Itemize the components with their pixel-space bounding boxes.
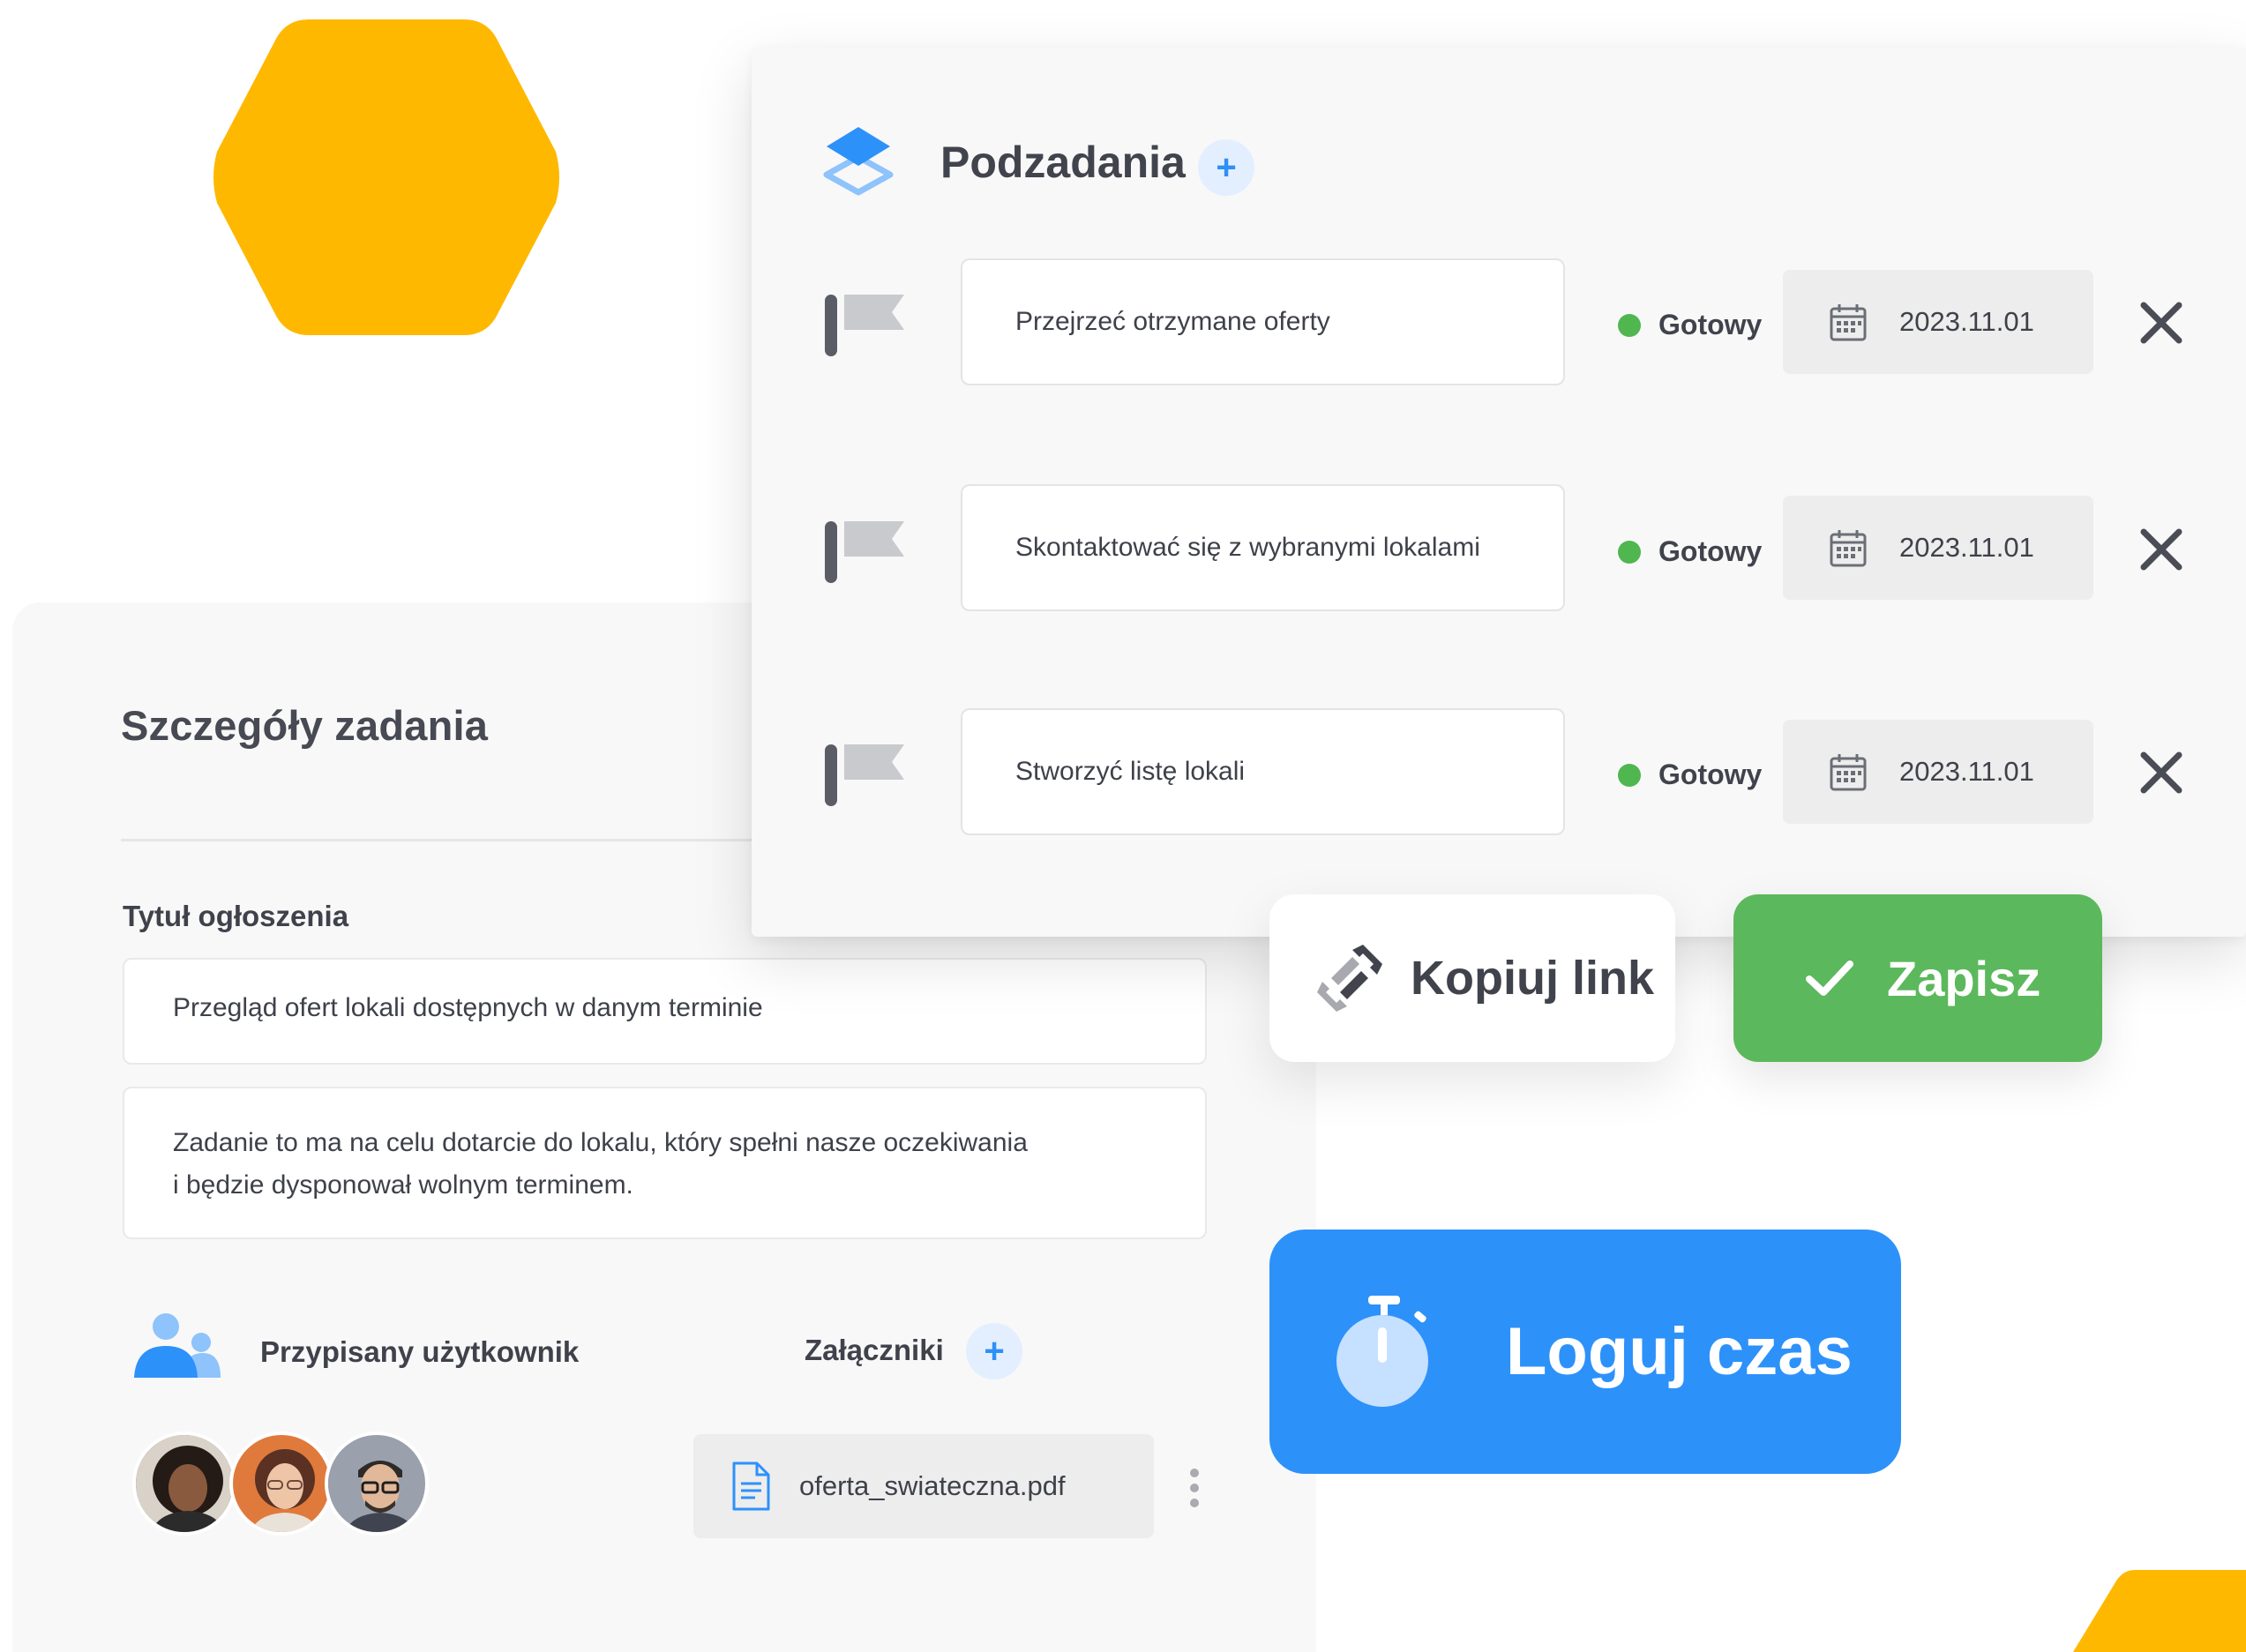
copy-link-label: Kopiuj link [1411, 952, 1654, 1005]
close-icon[interactable] [2138, 527, 2184, 572]
decorative-hexagon-bottom [2073, 1570, 2246, 1652]
avatar-user-2[interactable] [229, 1431, 333, 1536]
subtasks-title: Podzadania [940, 138, 1186, 187]
ad-title-input[interactable]: Przegląd ofert lokali dostępnych w danym… [123, 958, 1207, 1065]
link-icon [1317, 945, 1382, 1012]
subtask-date-value-2: 2023.11.01 [1899, 532, 2034, 563]
log-time-button[interactable]: Loguj czas [1269, 1230, 1901, 1474]
details-title: Szczegóły zadania [121, 702, 489, 749]
subtask-name-3: Stworzyć listę lokali [1015, 757, 1246, 786]
description-line-1: Zadanie to ma na celu dotarcie do lokalu… [173, 1128, 1028, 1157]
subtask-input-2[interactable]: Skontaktować się z wybranymi lokalami [961, 484, 1565, 611]
log-time-label: Loguj czas [1506, 1314, 1853, 1389]
subtask-input-1[interactable]: Przejrzeć otrzymane oferty [961, 258, 1565, 385]
subtask-date-value-3: 2023.11.01 [1899, 756, 2034, 787]
add-attachment-button[interactable]: + [966, 1323, 1022, 1379]
calendar-icon [1830, 754, 1867, 791]
avatar-user-3[interactable] [325, 1431, 429, 1536]
subtask-date-1[interactable]: 2023.11.01 [1783, 270, 2093, 374]
description-line-2: i będzie dysponował wolnym terminem. [173, 1170, 633, 1200]
layers-icon [823, 127, 894, 196]
attachment-item[interactable]: oferta_swiateczna.pdf [693, 1434, 1154, 1538]
subtask-date-2[interactable]: 2023.11.01 [1783, 496, 2093, 600]
users-icon [134, 1313, 221, 1378]
subtask-status-2[interactable]: Gotowy [1618, 535, 1762, 568]
flag-icon [825, 295, 904, 356]
subtask-status-label-1: Gotowy [1658, 309, 1763, 340]
save-button[interactable]: Zapisz [1733, 894, 2102, 1062]
subtask-status-1[interactable]: Gotowy [1618, 309, 1762, 341]
decorative-hexagon-top [213, 19, 559, 335]
ad-title-value: Przegląd ofert lokali dostępnych w danym… [173, 993, 763, 1022]
subtask-date-3[interactable]: 2023.11.01 [1783, 720, 2093, 824]
subtask-name-1: Przejrzeć otrzymane oferty [1015, 307, 1330, 336]
status-dot [1618, 763, 1641, 787]
ad-title-label: Tytuł ogłoszenia [123, 900, 349, 932]
subtask-status-label-2: Gotowy [1658, 535, 1763, 567]
add-subtask-button[interactable]: + [1198, 139, 1254, 196]
description-textarea[interactable]: Zadanie to ma na celu dotarcie do lokalu… [123, 1087, 1207, 1239]
document-icon [732, 1461, 770, 1511]
flag-icon [825, 521, 904, 583]
copy-link-button[interactable]: Kopiuj link [1269, 894, 1675, 1062]
status-dot [1618, 540, 1641, 564]
close-icon[interactable] [2138, 300, 2184, 346]
calendar-icon [1830, 530, 1867, 567]
subtask-date-value-1: 2023.11.01 [1899, 306, 2034, 337]
subtask-status-label-3: Gotowy [1658, 759, 1763, 790]
close-icon[interactable] [2138, 750, 2184, 796]
save-label: Zapisz [1887, 950, 2041, 1006]
subtask-status-3[interactable]: Gotowy [1618, 759, 1762, 791]
subtask-name-2: Skontaktować się z wybranymi lokalami [1015, 533, 1480, 562]
attachment-filename: oferta_swiateczna.pdf [799, 1470, 1066, 1501]
subtask-input-3[interactable]: Stworzyć listę lokali [961, 708, 1565, 835]
avatar-user-1[interactable] [132, 1431, 236, 1536]
flag-icon [825, 744, 904, 806]
more-vertical-icon[interactable] [1188, 1468, 1201, 1508]
stopwatch-icon [1336, 1295, 1428, 1407]
attachments-label: Załączniki [805, 1334, 944, 1366]
status-dot [1618, 313, 1641, 337]
calendar-icon [1830, 304, 1867, 341]
assigned-user-label: Przypisany użytkownik [260, 1335, 580, 1368]
check-icon [1806, 961, 1853, 996]
